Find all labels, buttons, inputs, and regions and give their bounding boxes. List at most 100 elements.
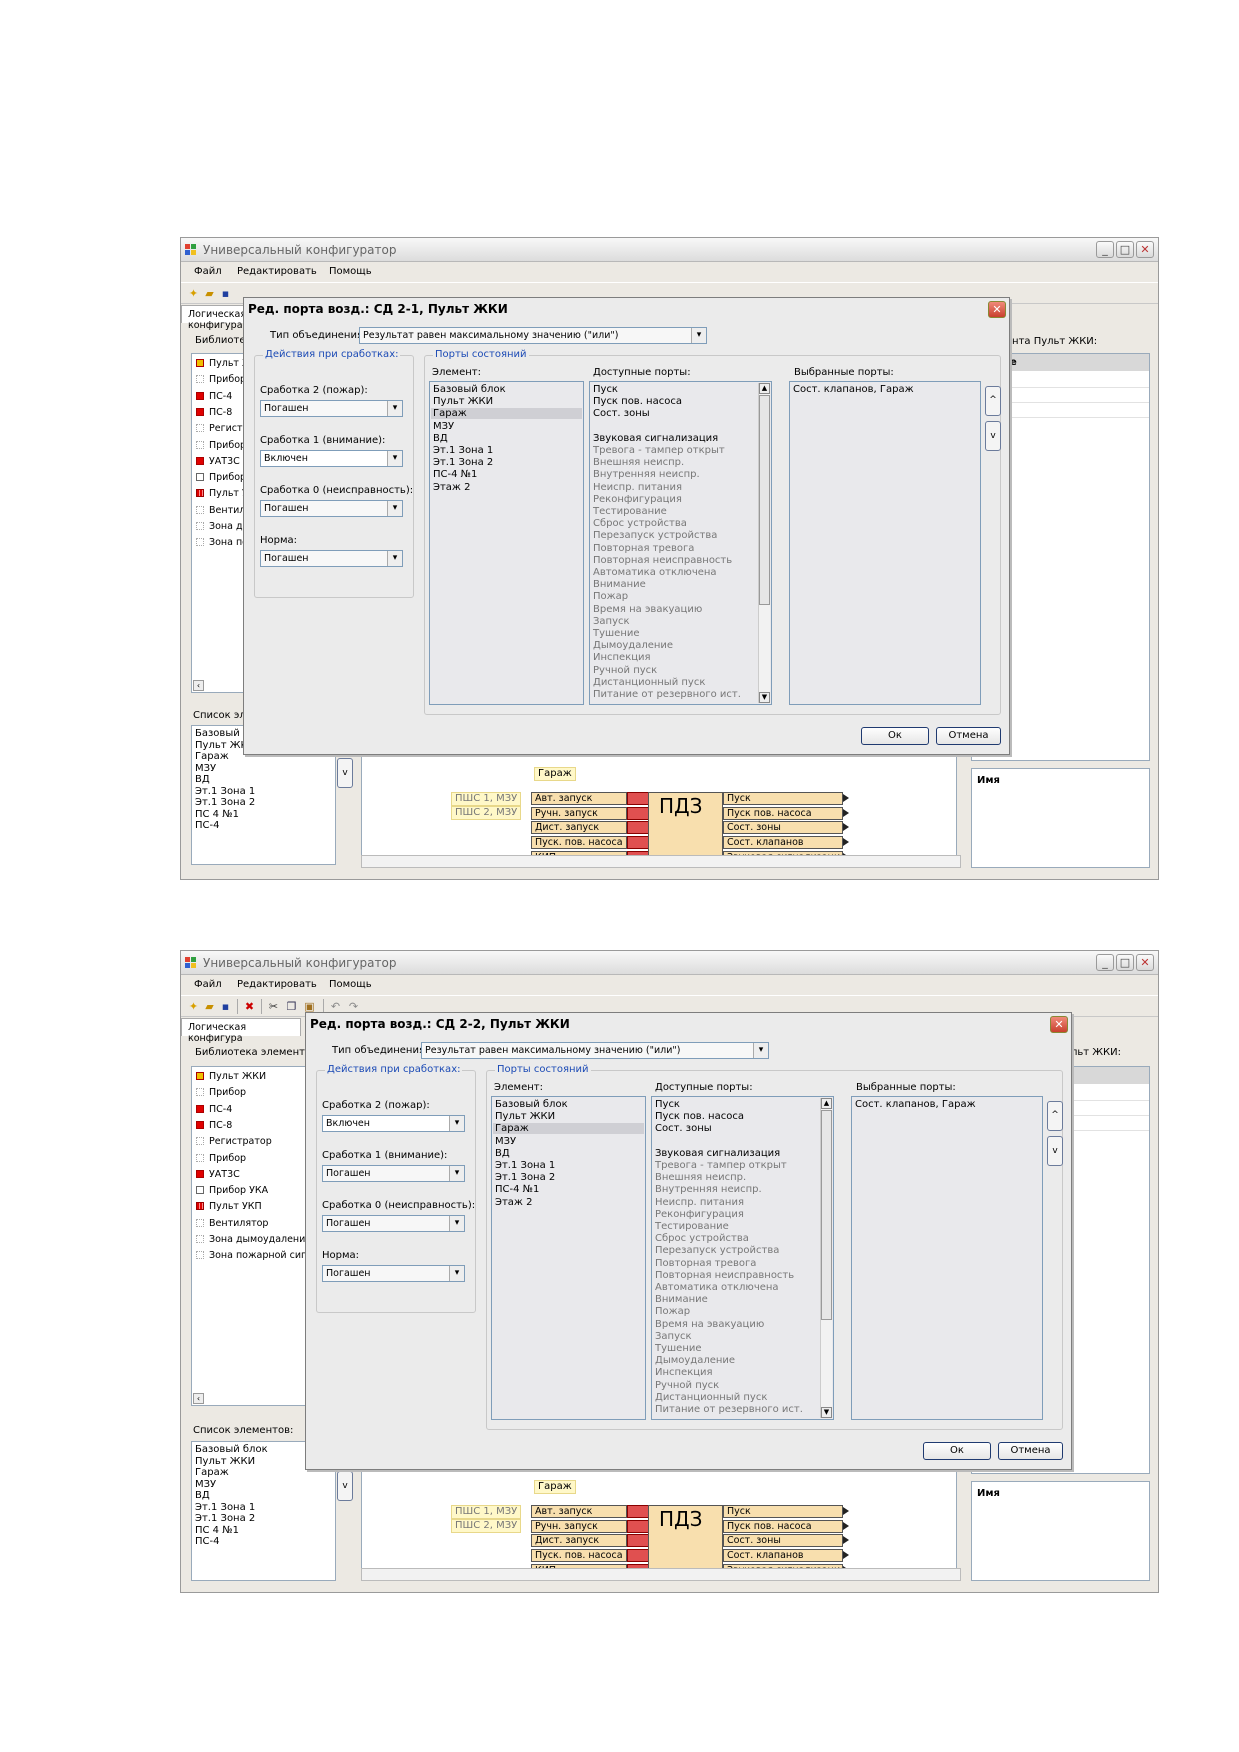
library-item[interactable]: Пульт ЖКИ [196, 1071, 266, 1082]
library-item[interactable]: Прибор [196, 1087, 246, 1098]
library-item[interactable]: Пульт УКП [196, 1201, 262, 1212]
available-port-item[interactable]: Внимание [655, 1294, 708, 1305]
out-port[interactable]: Сост. клапанов [723, 836, 843, 850]
available-port-item[interactable]: Время на эвакуацию [593, 604, 702, 615]
ok-button[interactable]: Ок [861, 727, 929, 745]
element-list-item[interactable]: Гараж [195, 751, 229, 762]
available-port-item[interactable]: Повторная неисправность [593, 555, 732, 566]
chevron-down-icon[interactable]: ▾ [449, 1266, 464, 1281]
library-item[interactable]: Регистратор [196, 1136, 272, 1147]
element-list-item[interactable]: ПС-4 [195, 1536, 219, 1547]
available-port-item[interactable]: Внутренняя неиспр. [655, 1184, 762, 1195]
library-item[interactable]: Вентилятор [196, 1218, 268, 1229]
state-select[interactable]: Включен ▾ [260, 450, 403, 467]
element-listbox[interactable]: Базовый блок Пульт ЖКИ Гараж МЗУ ВД Эт.1 Зона… [429, 381, 584, 705]
available-port-item[interactable]: Внешняя неиспр. [655, 1172, 746, 1183]
element-item[interactable]: ПС-4 №1 [495, 1184, 539, 1195]
available-port-item[interactable]: Сброс устройства [593, 518, 687, 529]
available-port-item[interactable]: Тушение [655, 1343, 702, 1354]
available-port-item[interactable]: Внимание [593, 579, 646, 590]
library-item[interactable]: Зона дымоудаления [196, 1234, 311, 1245]
available-port-item[interactable]: Тестирование [655, 1221, 729, 1232]
state-select[interactable]: Включен ▾ [322, 1115, 465, 1132]
state-select[interactable]: Погашен ▾ [322, 1265, 465, 1282]
cut-icon[interactable]: ✂ [267, 1000, 280, 1013]
available-port-item[interactable]: Запуск [655, 1331, 692, 1342]
available-port-item[interactable]: Сброс устройства [655, 1233, 749, 1244]
menu-edit[interactable]: Редактировать [237, 979, 317, 990]
available-port-item[interactable]: Время на эвакуацию [655, 1319, 764, 1330]
library-item[interactable]: ПС-8 [196, 407, 232, 418]
move-down-button[interactable]: v [337, 1471, 353, 1501]
chevron-down-icon[interactable]: ▾ [387, 551, 402, 566]
open-folder-icon[interactable]: ▰ [203, 1000, 216, 1013]
element-item[interactable]: Эт.1 Зона 2 [495, 1172, 555, 1183]
available-port-item[interactable]: Внутренняя неиспр. [593, 469, 700, 480]
close-icon[interactable]: ✕ [988, 301, 1006, 318]
vertical-scrollbar[interactable]: ▲ ▼ [820, 1098, 832, 1418]
out-port[interactable]: Сост. клапанов [723, 1549, 843, 1563]
library-item[interactable]: Прибор [196, 374, 246, 385]
scroll-thumb[interactable] [821, 1110, 832, 1320]
element-list-item[interactable]: Пульт ЖКИ [195, 1456, 255, 1467]
element-list-item[interactable]: Гараж [195, 1467, 229, 1478]
chevron-down-icon[interactable]: ▾ [449, 1116, 464, 1131]
available-port-item[interactable]: Неиспр. питания [655, 1197, 744, 1208]
element-list-item[interactable]: Эт.1 Зона 2 [195, 1513, 255, 1524]
element-item[interactable]: МЗУ [433, 421, 454, 432]
available-port-item[interactable]: Ручной пуск [655, 1380, 719, 1391]
available-port-item[interactable]: Пожар [593, 591, 628, 602]
in-port[interactable]: Авт. запуск [531, 1505, 627, 1518]
state-select[interactable]: Погашен ▾ [260, 400, 403, 417]
element-item[interactable]: Базовый блок [433, 384, 506, 395]
minimize-icon[interactable]: _ [1096, 954, 1114, 971]
element-list-item[interactable]: ВД [195, 774, 210, 785]
element-list-item[interactable]: ПС 4 №1 [195, 809, 239, 820]
element-list-item[interactable]: ВД [195, 1490, 210, 1501]
union-type-select[interactable]: Результат равен максимальному значению (… [421, 1042, 769, 1059]
element-item[interactable]: Этаж 2 [433, 482, 471, 493]
element-list-item[interactable]: ПС 4 №1 [195, 1525, 239, 1536]
library-item[interactable]: УАТ3С [196, 1169, 240, 1180]
available-port-item[interactable]: Сост. зоны [593, 408, 650, 419]
selected-port-item[interactable]: Сост. клапанов, Гараж [855, 1099, 976, 1110]
element-list-item[interactable]: Эт.1 Зона 2 [195, 797, 255, 808]
library-item[interactable]: ПС-4 [196, 1104, 232, 1115]
close-icon[interactable]: ✕ [1136, 954, 1154, 971]
move-up-button[interactable]: ^ [985, 386, 1001, 416]
selected-port-item[interactable]: Сост. клапанов, Гараж [793, 384, 914, 395]
scroll-thumb[interactable] [759, 395, 770, 605]
move-down-button[interactable]: v [337, 758, 353, 788]
delete-icon[interactable]: ✖ [243, 1000, 256, 1013]
element-list-item[interactable]: Эт.1 Зона 1 [195, 1502, 255, 1513]
state-select[interactable]: Погашен ▾ [322, 1215, 465, 1232]
chevron-down-icon[interactable]: ▾ [691, 328, 706, 343]
element-list-item[interactable]: Эт.1 Зона 1 [195, 786, 255, 797]
available-port-item[interactable]: Инспекция [655, 1367, 713, 1378]
available-port-item[interactable]: Автоматика отключена [655, 1282, 779, 1293]
menu-help[interactable]: Помощь [329, 266, 372, 277]
available-port-item[interactable]: Тревога - тампер открыт [593, 445, 725, 456]
move-down-button[interactable]: v [1047, 1136, 1063, 1166]
state-select[interactable]: Погашен ▾ [260, 500, 403, 517]
available-port-item[interactable]: Сост. зоны [655, 1123, 712, 1134]
move-down-button[interactable]: v [985, 421, 1001, 451]
library-item[interactable]: Прибор [196, 440, 246, 451]
element-item[interactable]: Этаж 2 [495, 1197, 533, 1208]
hscroll[interactable] [361, 1568, 961, 1581]
tab-logical-config[interactable]: Логическая конфигура [181, 1018, 301, 1044]
available-ports-listbox[interactable]: Пуск Пуск пов. насоса Сост. зоны Звуковая с… [651, 1096, 834, 1420]
library-item[interactable]: УАТ3С [196, 456, 240, 467]
available-port-item[interactable]: Автоматика отключена [593, 567, 717, 578]
element-item[interactable]: Эт.1 Зона 1 [495, 1160, 555, 1171]
available-port-item[interactable]: Пуск пов. насоса [593, 396, 682, 407]
available-port-item[interactable]: Пуск пов. насоса [655, 1111, 744, 1122]
scroll-up-icon[interactable]: ▲ [821, 1098, 832, 1109]
available-port-item[interactable]: Пожар [655, 1306, 690, 1317]
out-port[interactable]: Сост. зоны [723, 821, 843, 835]
element-item[interactable]: Гараж [493, 1123, 644, 1135]
available-port-item[interactable]: Дымоудаление [655, 1355, 735, 1366]
out-port[interactable]: Пуск пов. насоса [723, 1519, 843, 1533]
scroll-down-icon[interactable]: ▼ [759, 692, 770, 703]
in-port[interactable]: Пуск. пов. насоса [531, 836, 627, 850]
